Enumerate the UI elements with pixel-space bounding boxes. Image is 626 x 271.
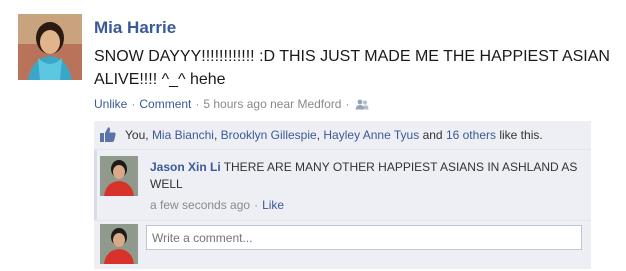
likes-you: You, xyxy=(125,128,149,142)
post-location[interactable]: near Medford xyxy=(270,97,341,111)
name-separator: , xyxy=(213,128,218,142)
comment-item: Jason Xin Li THERE ARE MANY OTHER HAPPIES… xyxy=(94,150,591,221)
unlike-link[interactable]: Unlike xyxy=(94,97,127,111)
comment-like-link[interactable]: Like xyxy=(262,198,284,212)
likes-others-link[interactable]: 16 others xyxy=(446,128,496,142)
liker-name[interactable]: Hayley Anne Tyus xyxy=(323,128,419,142)
post-text: SNOW DAYYY!!!!!!!!!!!! :D THIS JUST MADE… xyxy=(94,48,610,88)
comment-link[interactable]: Comment xyxy=(139,97,191,111)
name-separator: , xyxy=(316,128,321,142)
comment-timestamp[interactable]: a few seconds ago xyxy=(150,198,250,212)
comment-indent-bar xyxy=(94,150,97,220)
separator: · xyxy=(131,97,136,111)
likes-and: and xyxy=(422,128,443,142)
commenter-avatar[interactable] xyxy=(100,156,138,196)
likes-row: You, Mia Bianchi, Brooklyn Gillespie, Ha… xyxy=(94,121,591,150)
comment-author-name[interactable]: Jason Xin Li xyxy=(150,160,221,174)
separator: · xyxy=(195,97,200,111)
separator: · xyxy=(345,97,350,111)
poster-avatar[interactable] xyxy=(18,14,82,80)
comment-meta: a few seconds ago · Like xyxy=(150,198,284,212)
comment-compose-row xyxy=(94,221,591,269)
thumbs-up-icon[interactable] xyxy=(99,126,117,148)
liker-name[interactable]: Brooklyn Gillespie xyxy=(221,128,317,142)
post-author-name[interactable]: Mia Harrie xyxy=(94,18,176,38)
current-user-avatar xyxy=(100,224,138,264)
likes-suffix: like this. xyxy=(499,128,543,142)
separator: · xyxy=(254,198,259,212)
post-action-bar: Unlike · Comment · 5 hours ago near Medford · xyxy=(94,97,369,113)
liker-name[interactable]: Mia Bianchi xyxy=(152,128,214,142)
people-icon[interactable] xyxy=(355,99,369,113)
comment-input[interactable] xyxy=(146,225,582,250)
comment-body: Jason Xin Li THERE ARE MANY OTHER HAPPIES… xyxy=(150,159,580,193)
post-timestamp[interactable]: 5 hours ago xyxy=(203,97,266,111)
likes-summary: You, Mia Bianchi, Brooklyn Gillespie, Ha… xyxy=(125,128,543,142)
